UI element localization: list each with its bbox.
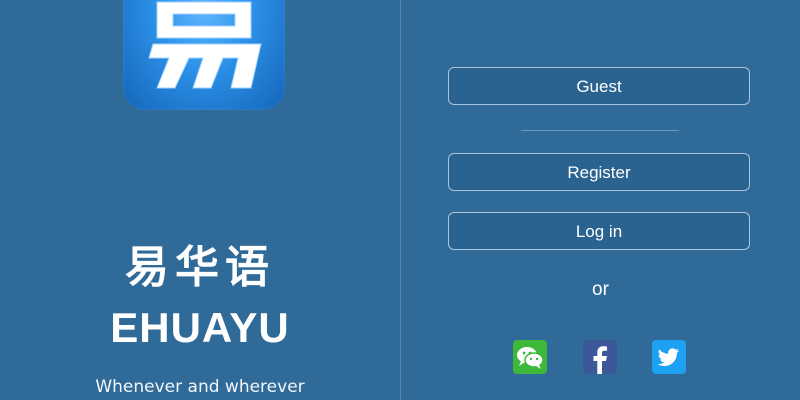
twitter-login-button[interactable] xyxy=(652,340,686,374)
logo-glyph-icon xyxy=(148,1,262,89)
wechat-icon xyxy=(517,347,544,369)
branding-panel: 易华语 EHUAYU Whenever and wherever xyxy=(0,0,400,400)
auth-panel: Guest Register Log in or xyxy=(401,0,800,400)
guest-button[interactable]: Guest xyxy=(448,67,750,105)
wechat-login-button[interactable] xyxy=(513,340,547,374)
facebook-login-button[interactable] xyxy=(583,340,617,374)
app-name-chinese: 易华语 xyxy=(125,242,275,293)
or-label: or xyxy=(592,279,609,300)
twitter-icon xyxy=(657,348,679,366)
login-button[interactable]: Log in xyxy=(448,212,750,250)
facebook-icon xyxy=(593,346,607,374)
register-button[interactable]: Register xyxy=(448,153,750,191)
tagline: Whenever and wherever xyxy=(95,377,305,397)
app-logo xyxy=(123,0,285,110)
divider-line xyxy=(521,130,679,131)
app-name-english: EHUAYU xyxy=(110,304,290,351)
